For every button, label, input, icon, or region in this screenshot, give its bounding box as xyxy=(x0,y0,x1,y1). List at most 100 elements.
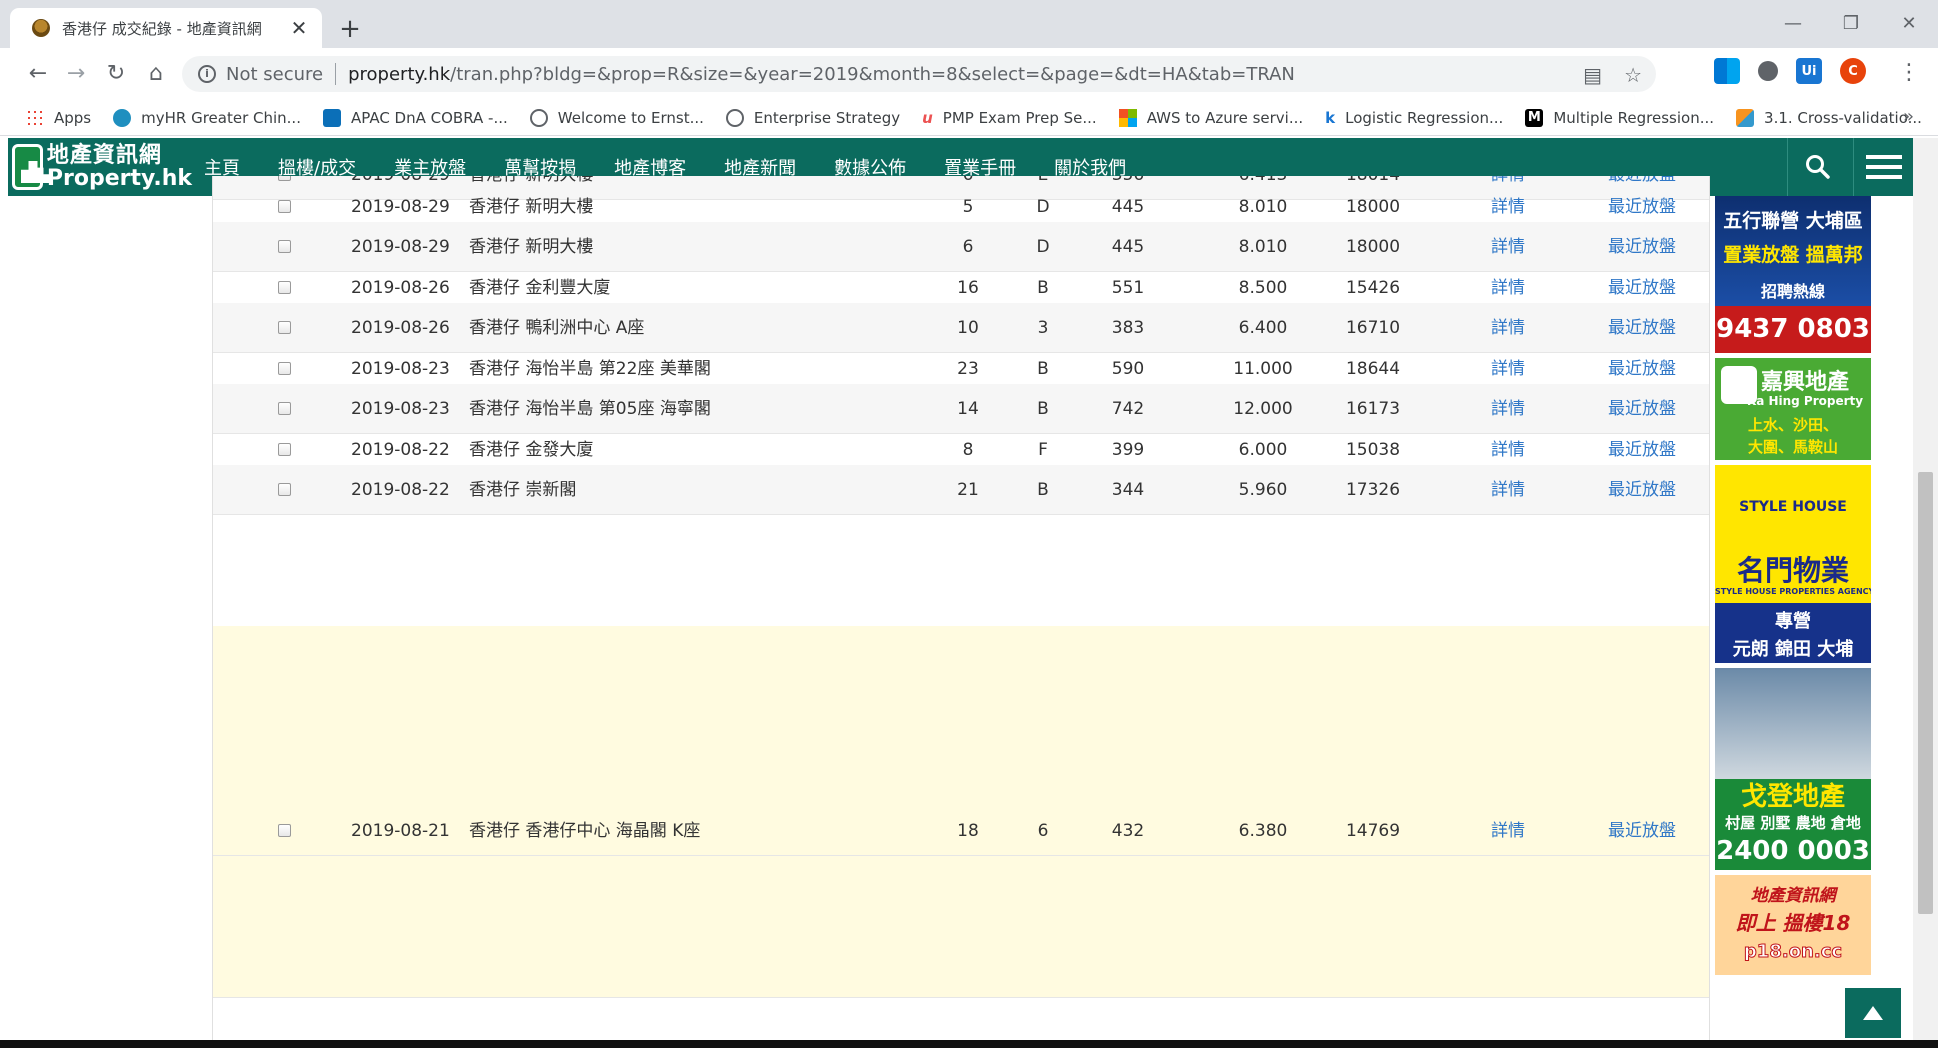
logo-chinese: 地產資訊網 xyxy=(46,142,162,168)
bookmark-logistic[interactable]: k Logistic Regression... xyxy=(1325,109,1503,127)
uipath-extension-icon[interactable]: Ui xyxy=(1796,58,1822,84)
ad-text: 大圍、馬鞍山 xyxy=(1747,438,1838,456)
cell-price: 6.380 xyxy=(1238,821,1288,841)
bookmark-cobra[interactable]: APAC DnA COBRA -... xyxy=(322,108,508,127)
bookmark-label: AWS to Azure servi... xyxy=(1146,108,1304,127)
ad-man-bon[interactable]: 五行聯營 大埔區 置業放盤 搵萬邦 招聘熱線 9437 0803 xyxy=(1715,196,1871,353)
more-bookmarks-icon[interactable]: » xyxy=(1903,106,1914,127)
search-icon[interactable] xyxy=(1787,138,1847,196)
close-tab-icon[interactable]: ✕ xyxy=(288,16,310,40)
ad-text: 即上 搵樓18 xyxy=(1735,911,1851,935)
row-checkbox[interactable] xyxy=(278,402,291,415)
cell-price-per-sqft: 17326 xyxy=(1345,480,1401,500)
omnibox-divider xyxy=(335,63,337,85)
restore-icon[interactable]: ❐ xyxy=(1822,0,1880,48)
windows-extension-icon[interactable] xyxy=(1714,58,1740,84)
new-tab-button[interactable]: + xyxy=(336,14,364,44)
ad-text: STYLE HOUSE PROPERTIES AGENCY xyxy=(1715,587,1871,596)
row-checkbox[interactable] xyxy=(278,281,291,294)
ad-text: 招聘熱線 xyxy=(1760,282,1825,301)
bookmark-label: PMP Exam Prep Se... xyxy=(942,108,1097,127)
page-scrollbar[interactable] xyxy=(1913,138,1938,1048)
bookmark-label: Welcome to Ernst... xyxy=(557,108,704,127)
cell-unit: 6 xyxy=(1037,821,1049,841)
ad-text: 專營 xyxy=(1775,611,1811,632)
globe-icon xyxy=(725,108,744,127)
sidebar-ads: 五行聯營 大埔區 置業放盤 搵萬邦 招聘熱線 9437 0803 嘉興地產 Ka… xyxy=(1715,196,1873,980)
cell-price: 5.960 xyxy=(1238,480,1288,500)
cell-area: 432 xyxy=(1111,821,1145,841)
row-checkbox[interactable] xyxy=(278,321,291,334)
extensions: Ui C xyxy=(1714,58,1866,84)
url-path: /tran.php?bldg=&prop=R&size=&year=2019&m… xyxy=(450,63,1295,85)
bookmark-ernst[interactable]: Welcome to Ernst... xyxy=(529,108,704,127)
info-icon[interactable]: i xyxy=(198,65,216,83)
ad-style-house[interactable]: STYLE HOUSE 名門物業 STYLE HOUSE PROPERTIES … xyxy=(1715,465,1871,663)
detail-link[interactable]: 詳情 xyxy=(1491,465,1525,515)
bookmark-apps[interactable]: Apps xyxy=(26,108,91,127)
ad-text: 元朗 錦田 大埔 xyxy=(1732,639,1854,660)
detail-link[interactable]: 詳情 xyxy=(1491,806,1525,856)
apps-grid-icon xyxy=(26,108,44,127)
cell-unit: B xyxy=(1037,480,1049,500)
udemy-icon: u xyxy=(922,108,933,127)
ad-phone: 9437 0803 xyxy=(1716,314,1870,344)
ad-phone: 2400 0003 xyxy=(1716,836,1870,866)
row-checkbox[interactable] xyxy=(278,176,291,181)
hamburger-menu-icon[interactable] xyxy=(1853,138,1913,196)
circle-extension-icon[interactable] xyxy=(1758,61,1778,81)
address-bar[interactable]: i Not secure property.hk/tran.php?bldg=&… xyxy=(182,56,1656,92)
row-checkbox[interactable] xyxy=(278,200,291,213)
table-row: 2019-08-21 香港仔 香港仔中心 海晶閣 K座 18 6 432 6.380 147… xyxy=(213,806,1709,856)
row-checkbox[interactable] xyxy=(278,483,291,496)
tab-title: 香港仔 成交紀錄 - 地產資訊網 xyxy=(62,19,262,38)
ad-ka-hing[interactable]: 嘉興地產 Ka Hing Property 上水、沙田、 大圍、馬鞍山 xyxy=(1715,358,1871,460)
ad-text: 地產資訊網 xyxy=(1750,886,1836,906)
ad-text: Ka Hing Property xyxy=(1746,394,1864,408)
scrollbar-thumb[interactable] xyxy=(1918,472,1933,914)
browser-menu-icon[interactable]: ⋮ xyxy=(1898,60,1920,85)
recent-listings-link[interactable]: 最近放盤 xyxy=(1608,465,1676,515)
bookmark-label: Enterprise Strategy xyxy=(753,108,901,127)
forward-arrow-icon[interactable]: → xyxy=(62,60,90,88)
ad-text: 嘉興地產 xyxy=(1760,370,1849,395)
bookmark-cross-validation[interactable]: 3.1. Cross-validatio... xyxy=(1736,108,1922,127)
sharepoint-icon xyxy=(322,108,341,127)
ad-p18[interactable]: 地產資訊網 即上 搵樓18 p18.on.cc xyxy=(1715,875,1871,975)
profile-avatar[interactable]: C xyxy=(1840,58,1866,84)
row-checkbox[interactable] xyxy=(278,443,291,456)
row-checkbox[interactable] xyxy=(278,362,291,375)
site-logo[interactable]: 地產資訊網 Property.hk xyxy=(12,142,192,192)
bookmark-multiple[interactable]: M Multiple Regression... xyxy=(1525,108,1714,127)
bookmark-label: 3.1. Cross-validatio... xyxy=(1764,108,1922,127)
bookmark-label: APAC DnA COBRA -... xyxy=(350,108,508,127)
recent-listings-link[interactable]: 最近放盤 xyxy=(1608,806,1676,856)
bookmark-myhr[interactable]: myHR Greater Chin... xyxy=(113,108,301,127)
home-icon[interactable]: ⌂ xyxy=(142,60,170,88)
browser-toolbar: ← → ↻ ⌂ i Not secure property.hk/tran.ph… xyxy=(0,48,1938,100)
bookmark-enterprise-strategy[interactable]: Enterprise Strategy xyxy=(725,108,901,127)
chevron-up-icon xyxy=(1863,1006,1883,1020)
cell-floor: 21 xyxy=(957,480,979,500)
k-icon: k xyxy=(1325,108,1336,127)
row-checkbox[interactable] xyxy=(278,240,291,253)
cell-price-per-sqft: 14769 xyxy=(1345,821,1401,841)
bookmark-star-icon[interactable]: ☆ xyxy=(1624,63,1642,87)
reload-icon[interactable]: ↻ xyxy=(102,60,130,88)
table-row: 2019-08-22 香港仔 崇新閣 21 B 344 5.960 17326 詳情 最近放盤 xyxy=(213,465,1709,515)
url-host: property.hk xyxy=(348,63,451,85)
window-close-icon[interactable]: ✕ xyxy=(1880,0,1938,48)
security-status: Not secure xyxy=(226,63,324,85)
os-taskbar xyxy=(0,1040,1938,1048)
back-to-top-button[interactable] xyxy=(1845,988,1901,1038)
row-checkbox[interactable] xyxy=(278,824,291,837)
ad-gordon[interactable]: 戈登地產 村屋 別墅 農地 倉地 2400 0003 xyxy=(1715,668,1871,870)
minimize-icon[interactable]: — xyxy=(1764,0,1822,48)
back-arrow-icon[interactable]: ← xyxy=(24,60,52,88)
bookmark-aws-azure[interactable]: AWS to Azure servi... xyxy=(1118,108,1304,127)
globe-icon xyxy=(529,108,548,127)
sklearn-icon xyxy=(1736,108,1755,127)
browser-tab[interactable]: 香港仔 成交紀錄 - 地產資訊網 ✕ xyxy=(10,8,322,48)
bookmark-pmp[interactable]: u PMP Exam Prep Se... xyxy=(922,109,1097,127)
translate-icon[interactable]: ▤ xyxy=(1583,63,1602,87)
